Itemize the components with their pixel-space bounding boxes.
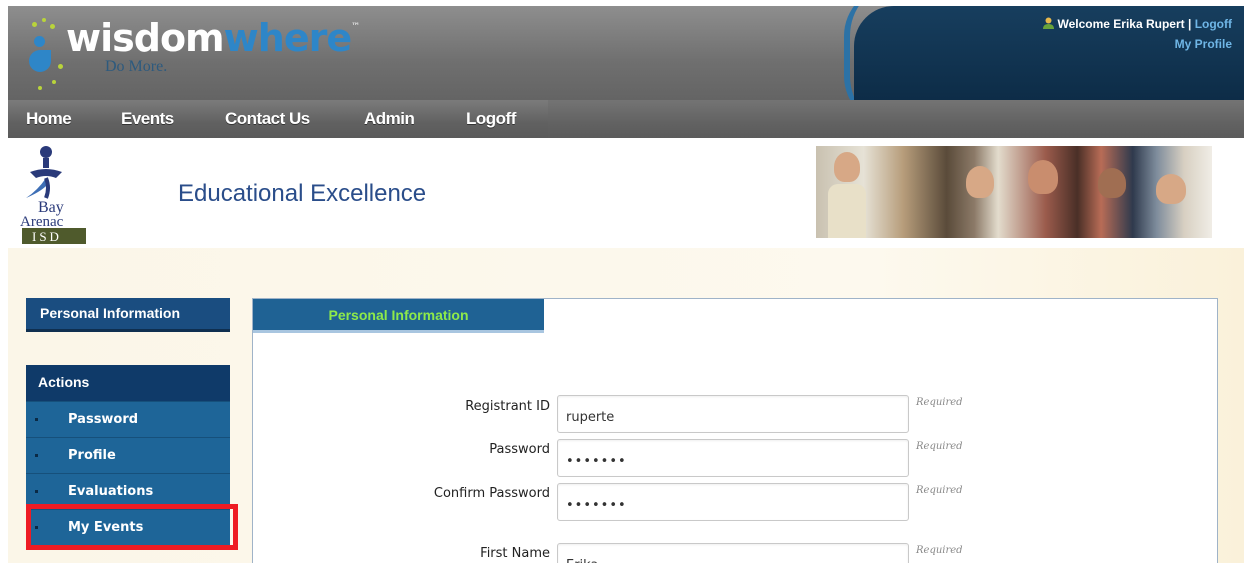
action-label: Profile	[68, 448, 116, 463]
main-nav: Home Events Contact Us Admin Logoff	[8, 100, 1244, 138]
nav-contact-us[interactable]: Contact Us	[225, 109, 310, 129]
nav-logoff[interactable]: Logoff	[466, 109, 516, 129]
brand-tagline: Do More.	[105, 58, 168, 75]
actions-header: Actions	[26, 365, 230, 401]
my-profile-link[interactable]: My Profile	[1175, 37, 1232, 51]
required-note: Required	[916, 441, 963, 452]
action-label: Password	[68, 412, 139, 427]
bullet-icon	[35, 418, 38, 421]
first-name-label: First Name	[480, 546, 550, 561]
password-label: Password	[489, 442, 550, 457]
required-note: Required	[916, 545, 963, 556]
nav-admin[interactable]: Admin	[364, 109, 415, 129]
password-input[interactable]: •••••••	[557, 439, 909, 477]
action-profile[interactable]: Profile	[26, 437, 230, 473]
required-note: Required	[916, 397, 963, 408]
registrant-id-input[interactable]: ruperte	[557, 395, 909, 433]
nav-events[interactable]: Events	[121, 109, 174, 129]
confirm-password-label: Confirm Password	[433, 486, 550, 501]
banner: Bay Arenac ISD Educational Excellence	[8, 138, 1244, 248]
welcome-text: Welcome Erika Rupert	[1057, 17, 1185, 31]
bullet-icon	[35, 490, 38, 493]
tab-personal-information[interactable]: Personal Information	[253, 299, 544, 331]
confirm-password-input[interactable]: •••••••	[557, 483, 909, 521]
bullet-icon	[35, 454, 38, 457]
svg-text:Arenac: Arenac	[20, 214, 64, 230]
banner-photo	[816, 146, 1212, 238]
logoff-link[interactable]: Logoff	[1195, 17, 1232, 31]
logo-dots-icon	[28, 18, 68, 90]
page-title: Educational Excellence	[178, 180, 427, 207]
registrant-id-label: Registrant ID	[465, 399, 550, 414]
user-welcome: Welcome Erika Rupert | Logoff My Profile	[1043, 14, 1232, 54]
action-password[interactable]: Password	[26, 401, 230, 437]
site-header: wisdomwhere™ Do More. Welcome Erika Rupe…	[8, 6, 1244, 100]
action-label: Evaluations	[68, 484, 154, 499]
user-icon	[1043, 17, 1055, 29]
bay-arenac-isd-logo: Bay Arenac ISD	[20, 146, 86, 244]
welcome-separator: |	[1187, 17, 1192, 31]
personal-information-link[interactable]: Personal Information	[26, 298, 230, 332]
nav-home[interactable]: Home	[26, 109, 72, 129]
first-name-input[interactable]: Erika	[557, 543, 909, 563]
svg-text:ISD: ISD	[32, 229, 62, 244]
required-note: Required	[916, 485, 963, 496]
highlight-box	[26, 504, 238, 550]
brand-logo[interactable]: wisdomwhere™	[66, 16, 360, 60]
